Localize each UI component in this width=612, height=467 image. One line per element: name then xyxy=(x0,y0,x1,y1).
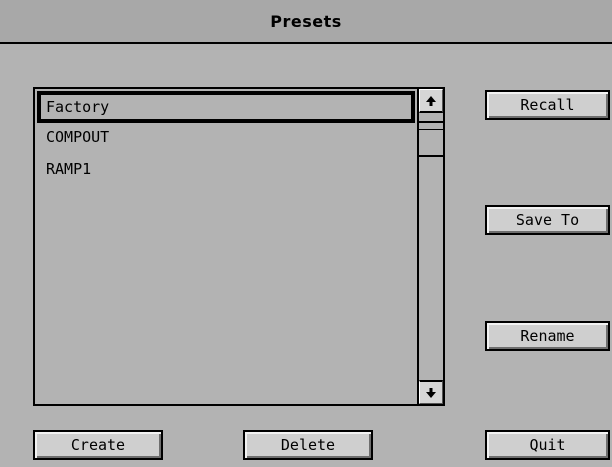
window-title: Presets xyxy=(270,12,342,31)
list-item-compout[interactable]: COMPOUT xyxy=(37,123,415,155)
arrow-down-icon xyxy=(426,388,436,398)
quit-button[interactable]: Quit xyxy=(485,430,610,460)
scroll-thumb[interactable] xyxy=(419,121,443,157)
scroll-up-button[interactable] xyxy=(419,89,443,113)
scroll-down-button[interactable] xyxy=(419,380,443,404)
scroll-track[interactable] xyxy=(419,113,443,380)
scroll-thumb-grip xyxy=(419,129,443,130)
recall-button[interactable]: Recall xyxy=(485,90,610,120)
delete-button[interactable]: Delete xyxy=(243,430,373,460)
save-to-button[interactable]: Save To xyxy=(485,205,610,235)
title-bar: Presets xyxy=(0,0,612,44)
create-button[interactable]: Create xyxy=(33,430,163,460)
presets-listbox[interactable]: Factory COMPOUT RAMP1 xyxy=(33,87,445,406)
list-item-ramp1[interactable]: RAMP1 xyxy=(37,155,415,187)
list-item-factory[interactable]: Factory xyxy=(37,91,415,123)
rename-button[interactable]: Rename xyxy=(485,321,610,351)
vertical-scrollbar[interactable] xyxy=(417,89,443,404)
presets-list: Factory COMPOUT RAMP1 xyxy=(35,89,417,404)
arrow-up-icon xyxy=(426,96,436,106)
